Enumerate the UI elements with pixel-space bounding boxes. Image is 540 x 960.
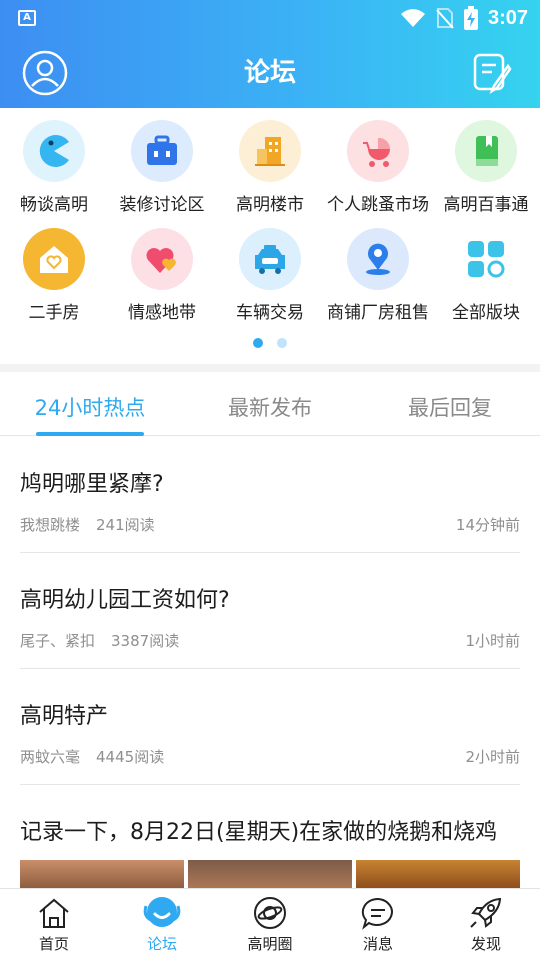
status-icons: 3:07: [400, 6, 528, 30]
no-sim-icon: [436, 8, 454, 29]
post-item[interactable]: 鸠明哪里紧摩? 我想跳楼 241阅读 14分钟前: [20, 466, 520, 535]
edit-note-icon: [473, 53, 512, 94]
nav-label: 高明圈: [247, 935, 293, 953]
planet-icon: [250, 895, 290, 931]
nav-label: 论坛: [146, 935, 177, 953]
category-all-sections[interactable]: 全部版块: [432, 228, 540, 323]
post-title: 高明特产: [20, 704, 109, 729]
pacman-icon: [23, 120, 85, 182]
post-title: 鸠明哪里紧摩?: [20, 472, 164, 497]
post-thumbnails: [20, 860, 520, 890]
category-emotion[interactable]: 情感地带: [108, 228, 216, 323]
post-item[interactable]: 高明幼儿园工资如何? 尾子、紧扣 3387阅读 1小时前: [20, 582, 520, 651]
rocket-icon: [466, 895, 506, 931]
location-pin-icon: [347, 228, 409, 290]
stroller-icon: [347, 120, 409, 182]
nav-messages[interactable]: 消息: [324, 895, 432, 954]
category-grid: 畅谈高明 装修讨论区 高明楼市 个人跳蚤市场 高明百事通 二手房 情感地带 车辆…: [0, 108, 540, 364]
tab-last-reply[interactable]: 最后回复: [360, 392, 540, 422]
header: A 3:07 论坛: [0, 0, 540, 108]
category-vehicle[interactable]: 车辆交易: [216, 228, 324, 323]
post-author: 两蚊六毫: [20, 748, 81, 766]
nav-discover[interactable]: 发现: [432, 895, 540, 954]
message-icon: [358, 895, 398, 931]
category-label: 畅谈高明: [20, 195, 88, 215]
forum-screen: A 3:07 论坛 畅谈高明 装修讨论区 高明楼市 个人跳蚤市场 高明百事通 二…: [0, 0, 540, 960]
tab-latest[interactable]: 最新发布: [180, 392, 360, 422]
book-icon: [455, 120, 517, 182]
category-shop-rental[interactable]: 商铺厂房租售: [324, 228, 432, 323]
post-title: 高明幼儿园工资如何?: [20, 588, 230, 613]
grid-icon: [455, 228, 517, 290]
post-item[interactable]: 记录一下，8月22日(星期天)在家做的烧鹅和烧鸡: [20, 814, 520, 846]
category-baishitong[interactable]: 高明百事通: [432, 120, 540, 215]
nav-home[interactable]: 首页: [0, 895, 108, 954]
category-label: 全部版块: [452, 303, 520, 323]
tab-hot-24h[interactable]: 24小时热点: [0, 392, 180, 422]
post-reads: 4445阅读: [96, 748, 165, 766]
toolbox-icon: [131, 120, 193, 182]
post-time: 14分钟前: [455, 516, 520, 534]
nav-forum[interactable]: 论坛: [108, 895, 216, 954]
hearts-icon: [131, 228, 193, 290]
category-label: 二手房: [28, 303, 80, 323]
post-time: 2小时前: [465, 748, 520, 766]
post-thumbnail[interactable]: [356, 860, 520, 890]
post-meta: 尾子、紧扣 3387阅读 1小时前: [20, 630, 520, 651]
tab-bar: 24小时热点 最新发布 最后回复: [0, 372, 540, 436]
battery-charging-icon: [463, 6, 478, 30]
category-label: 高明楼市: [236, 195, 304, 215]
category-label: 个人跳蚤市场: [327, 195, 429, 215]
compose-post-button[interactable]: [472, 52, 512, 94]
wifi-icon: [400, 9, 425, 27]
category-label: 高明百事通: [443, 195, 529, 215]
status-bar: A 3:07: [0, 0, 540, 36]
nav-label: 消息: [362, 935, 393, 953]
house-heart-icon: [23, 228, 85, 290]
category-label: 情感地带: [128, 303, 196, 323]
car-icon: [239, 228, 301, 290]
bottom-nav: 首页 论坛 高明圈 消息 发现: [0, 888, 540, 960]
post-divider: [20, 784, 520, 785]
nav-label: 首页: [38, 935, 69, 953]
post-thumbnail[interactable]: [20, 860, 184, 890]
post-title: 记录一下，8月22日(星期天)在家做的烧鹅和烧鸡: [20, 820, 498, 845]
category-second-hand-house[interactable]: 二手房: [0, 228, 108, 323]
post-item[interactable]: 高明特产 两蚊六毫 4445阅读 2小时前: [20, 698, 520, 767]
section-divider: [0, 364, 540, 372]
page-indicator: [0, 338, 540, 348]
post-reads: 3387阅读: [111, 632, 180, 650]
category-changtan[interactable]: 畅谈高明: [0, 120, 108, 215]
page-title: 论坛: [243, 58, 296, 88]
category-label: 商铺厂房租售: [327, 303, 429, 323]
home-icon: [34, 895, 74, 931]
status-time: 3:07: [487, 6, 528, 29]
post-time: 1小时前: [465, 632, 520, 650]
page-dot[interactable]: [277, 338, 287, 348]
post-author: 尾子、紧扣: [20, 632, 96, 650]
post-author: 我想跳楼: [20, 516, 81, 534]
post-meta: 我想跳楼 241阅读 14分钟前: [20, 514, 520, 535]
post-reads: 241阅读: [96, 516, 155, 534]
category-label: 车辆交易: [236, 303, 304, 323]
post-divider: [20, 552, 520, 553]
category-property[interactable]: 高明楼市: [216, 120, 324, 215]
forum-icon: [142, 895, 182, 931]
category-flea-market[interactable]: 个人跳蚤市场: [324, 120, 432, 215]
post-divider: [20, 668, 520, 669]
category-label: 装修讨论区: [119, 195, 205, 215]
tab-underline: [36, 432, 144, 436]
building-icon: [239, 120, 301, 182]
nav-label: 发现: [470, 935, 501, 953]
page-dot-active[interactable]: [253, 338, 263, 348]
post-meta: 两蚊六毫 4445阅读 2小时前: [20, 746, 520, 767]
category-renovation[interactable]: 装修讨论区: [108, 120, 216, 215]
app-notification-icon: A: [18, 10, 36, 26]
nav-gaoming-circle[interactable]: 高明圈: [216, 895, 324, 954]
post-thumbnail[interactable]: [188, 860, 352, 890]
